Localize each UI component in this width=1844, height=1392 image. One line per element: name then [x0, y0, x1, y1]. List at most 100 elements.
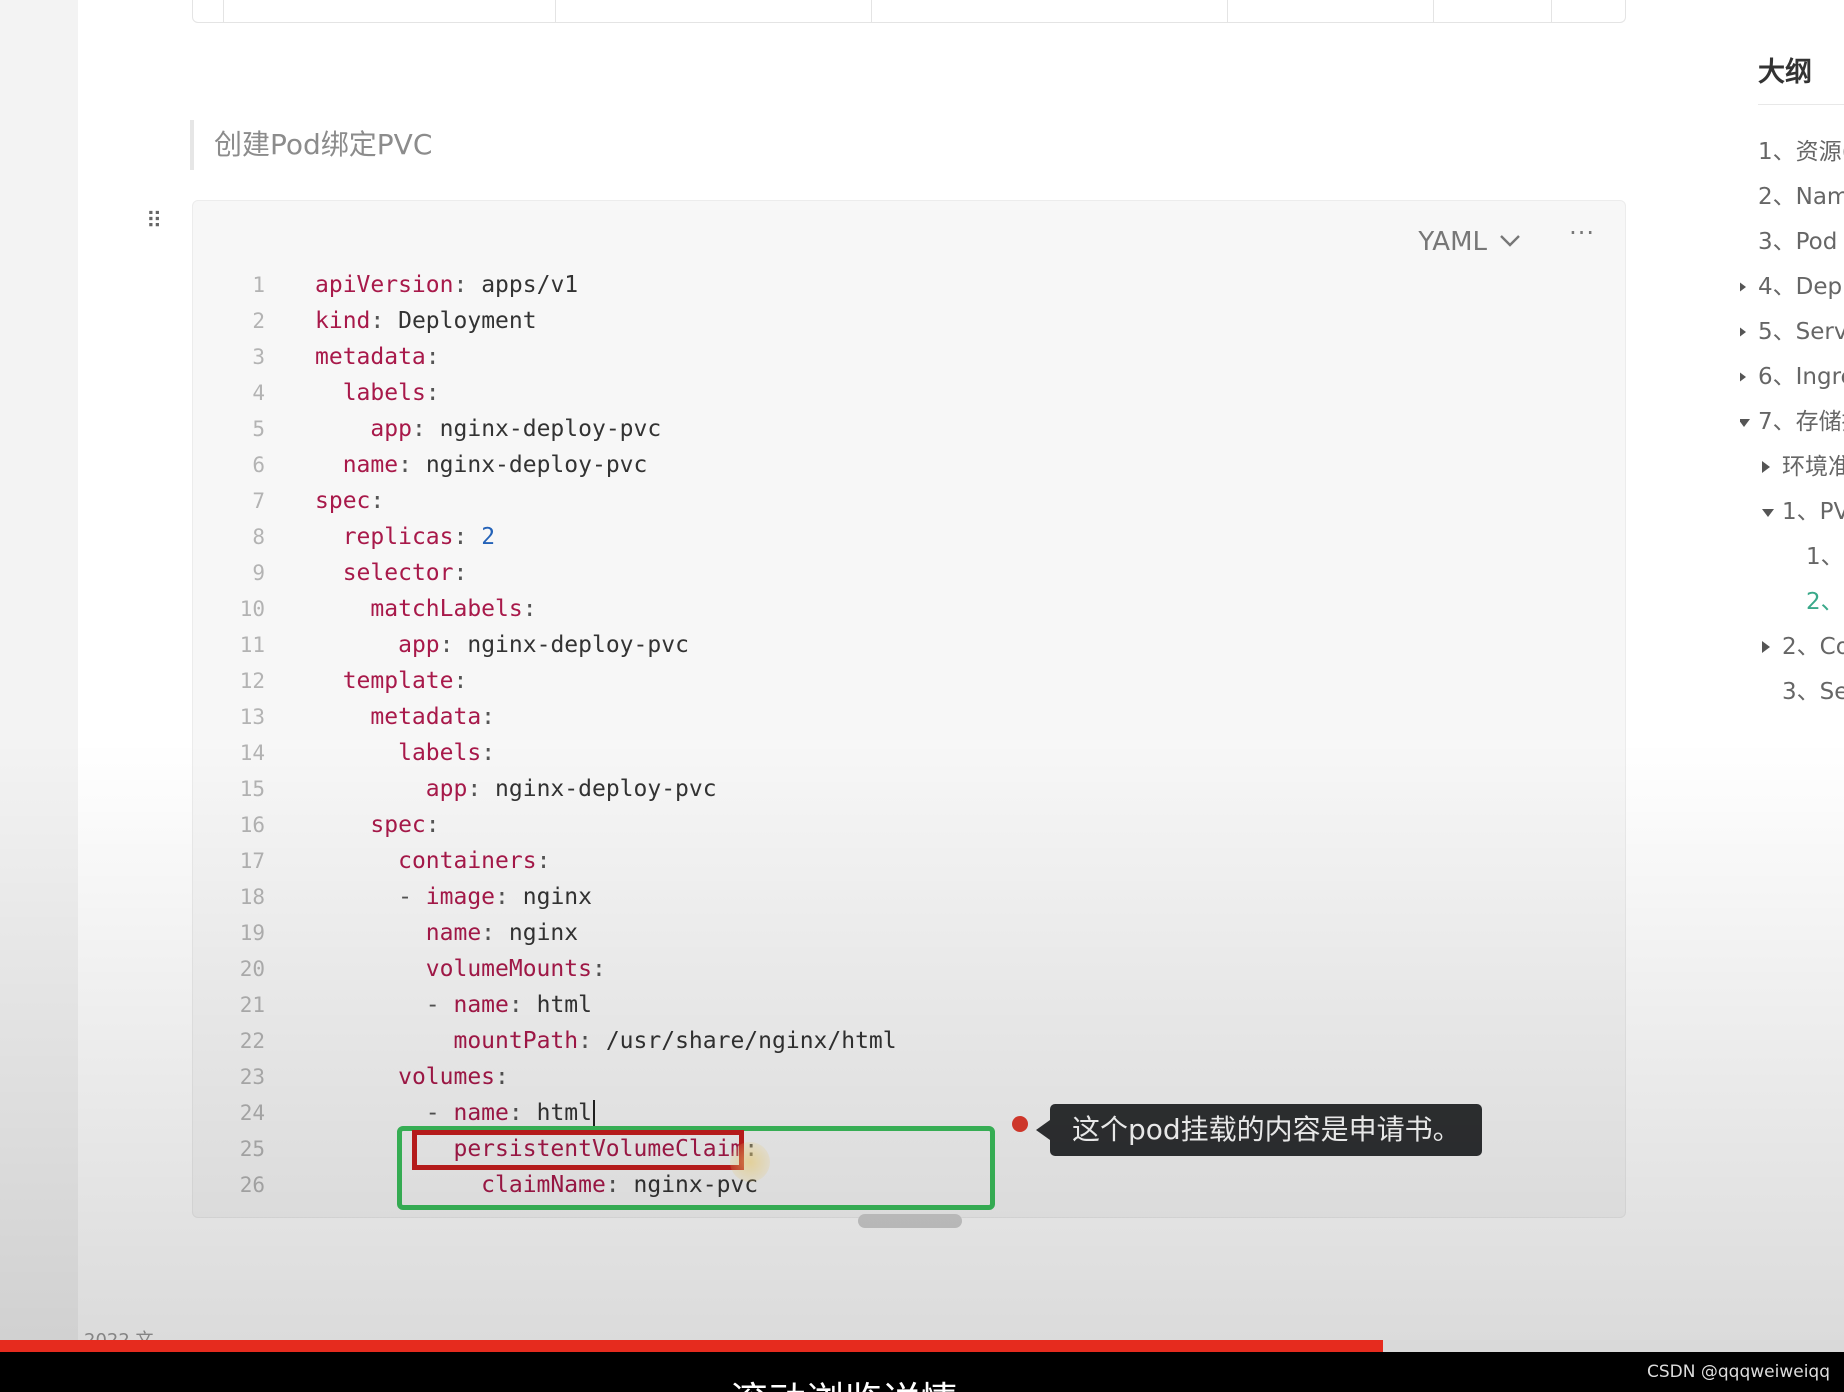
- yaml-key: volumes: [398, 1064, 496, 1090]
- colon: :: [522, 596, 537, 622]
- colon: :: [481, 920, 496, 946]
- yaml-key: app: [425, 776, 468, 802]
- outline-item[interactable]: 7、存储持: [1740, 400, 1844, 445]
- code-line[interactable]: 8 replicas: 2: [213, 519, 897, 555]
- outline-item[interactable]: 2、Co: [1740, 625, 1844, 670]
- code-line[interactable]: 7 spec:: [213, 483, 897, 519]
- language-label: YAML: [1418, 227, 1487, 257]
- code-line[interactable]: 20 volumeMounts:: [213, 951, 897, 987]
- code-line[interactable]: 17 containers:: [213, 843, 897, 879]
- code-line[interactable]: 4 labels:: [213, 375, 897, 411]
- yaml-key: spec: [315, 488, 371, 514]
- yaml-key: labels: [398, 740, 482, 766]
- yaml-value: nginx-deploy-pvc: [467, 632, 689, 658]
- outline-item[interactable]: 2、: [1740, 580, 1844, 625]
- drag-handle-icon[interactable]: ⠿: [146, 208, 168, 236]
- yaml-key: image: [425, 884, 496, 910]
- outline-title: 大纲: [1758, 57, 1812, 88]
- code-line[interactable]: 14 labels:: [213, 735, 897, 771]
- outline-item[interactable]: 2、Name: [1740, 175, 1844, 220]
- outline-item[interactable]: 4、Deplo: [1740, 265, 1844, 310]
- colon: :: [508, 1100, 523, 1126]
- outline-item-label: 1、资源(: [1758, 139, 1844, 165]
- outline-item[interactable]: 环境准: [1740, 445, 1844, 490]
- line-number: 12: [239, 669, 265, 693]
- outline-item[interactable]: 5、Servic: [1740, 310, 1844, 355]
- yaml-key: spec: [370, 812, 426, 838]
- line-number: 15: [239, 777, 265, 801]
- outline-item[interactable]: 1、资源(: [1740, 130, 1844, 175]
- line-number: 26: [239, 1173, 265, 1197]
- code-block[interactable]: YAML ··· 1 apiVersion: apps/v1 2 kind: Depl…: [192, 200, 1626, 1218]
- caret-down-icon[interactable]: [1740, 419, 1750, 427]
- yaml-value: html: [536, 992, 592, 1018]
- outline-item[interactable]: 1、: [1740, 535, 1844, 580]
- code-line[interactable]: 6 name: nginx-deploy-pvc: [213, 447, 897, 483]
- code-lines[interactable]: 1 apiVersion: apps/v1 2 kind: Deployment 3 me…: [213, 267, 897, 1203]
- outline-item-label: 2、: [1806, 589, 1844, 615]
- caret-right-icon[interactable]: [1740, 326, 1746, 338]
- outline-item-label: 3、Se: [1782, 679, 1844, 705]
- code-line[interactable]: 11 app: nginx-deploy-pvc: [213, 627, 897, 663]
- ellipsis-icon[interactable]: ···: [1569, 219, 1595, 247]
- code-line[interactable]: 19 name: nginx: [213, 915, 897, 951]
- colon: :: [508, 992, 523, 1018]
- yaml-key: labels: [342, 380, 426, 406]
- code-line[interactable]: 5 app: nginx-deploy-pvc: [213, 411, 897, 447]
- caret-right-icon[interactable]: [1740, 371, 1746, 383]
- line-number: 21: [239, 993, 265, 1017]
- line-number: 11: [239, 633, 265, 657]
- code-line[interactable]: 1 apiVersion: apps/v1: [213, 267, 897, 303]
- code-line[interactable]: 12 template:: [213, 663, 897, 699]
- yaml-key: apiVersion: [315, 272, 454, 298]
- yaml-key: kind: [315, 308, 371, 334]
- outline-item[interactable]: 6、Ingre: [1740, 355, 1844, 400]
- outline-item-label: 1、PV: [1782, 499, 1844, 525]
- code-line[interactable]: 15 app: nginx-deploy-pvc: [213, 771, 897, 807]
- yaml-value: nginx-deploy-pvc: [495, 776, 717, 802]
- code-line[interactable]: 10 matchLabels:: [213, 591, 897, 627]
- outline-item[interactable]: 3、Se: [1740, 670, 1844, 715]
- caret-down-icon[interactable]: [1762, 509, 1774, 517]
- line-number: 18: [239, 885, 265, 909]
- code-line[interactable]: 18 - image: nginx: [213, 879, 897, 915]
- horizontal-scrollbar[interactable]: [858, 1214, 962, 1228]
- code-line[interactable]: 3 metadata:: [213, 339, 897, 375]
- yaml-key: volumeMounts: [425, 956, 592, 982]
- outline-item[interactable]: 3、Pod: [1740, 220, 1844, 265]
- caret-right-icon[interactable]: [1762, 461, 1770, 473]
- code-line[interactable]: 21 - name: html: [213, 987, 897, 1023]
- code-line[interactable]: 2 kind: Deployment: [213, 303, 897, 339]
- code-line[interactable]: 22 mountPath: /usr/share/nginx/html: [213, 1023, 897, 1059]
- colon: :: [481, 704, 496, 730]
- caret-right-icon[interactable]: [1762, 641, 1770, 653]
- colon: :: [411, 416, 426, 442]
- colon: :: [398, 452, 412, 478]
- caret-right-icon[interactable]: [1740, 281, 1746, 293]
- section-heading: 创建Pod绑定PVC: [190, 120, 432, 170]
- code-line[interactable]: 13 metadata:: [213, 699, 897, 735]
- code-line[interactable]: 16 spec:: [213, 807, 897, 843]
- outline-item-label: 7、存储持: [1758, 409, 1844, 435]
- code-line[interactable]: 23 volumes:: [213, 1059, 897, 1095]
- line-number: 22: [239, 1029, 265, 1053]
- code-line[interactable]: 9 selector:: [213, 555, 897, 591]
- video-subtitle: 滚动浏览详情: [730, 1370, 958, 1392]
- language-selector[interactable]: YAML: [1418, 227, 1521, 257]
- outline-item-label: 6、Ingre: [1758, 364, 1844, 390]
- line-number: 17: [239, 849, 265, 873]
- outline-item[interactable]: 1、PV: [1740, 490, 1844, 535]
